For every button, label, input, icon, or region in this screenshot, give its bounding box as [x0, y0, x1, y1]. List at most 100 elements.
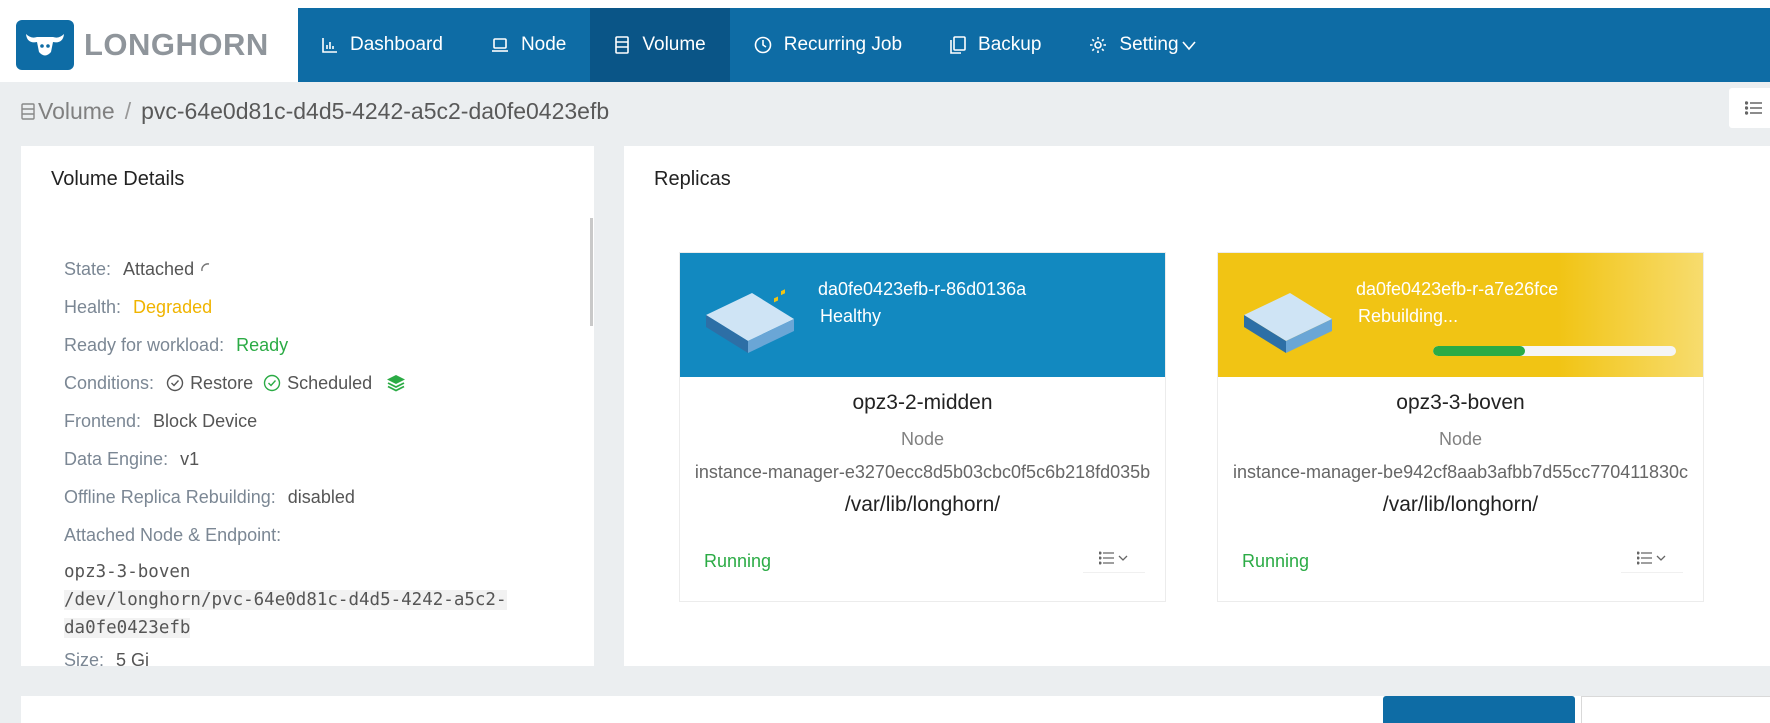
snapshot-primary-button[interactable]	[1383, 696, 1575, 723]
list-menu-icon	[1099, 550, 1128, 565]
attached-node-row: Attached Node & Endpoint:	[64, 516, 564, 554]
loading-spinner-icon	[200, 262, 214, 276]
longhorn-bull-icon	[16, 20, 74, 70]
nav-recurring-job-label: Recurring Job	[783, 34, 903, 55]
condition-restore[interactable]: Restore	[166, 373, 253, 394]
chevron-down-icon	[1181, 39, 1197, 51]
state-value: Attached	[123, 258, 195, 279]
replica-status: Running	[704, 551, 772, 571]
condition-restore-label: Restore	[190, 372, 254, 393]
disk-icon	[1242, 289, 1334, 360]
database-icon	[614, 36, 630, 54]
ready-row: Ready for workload: Ready	[64, 326, 564, 364]
laptop-icon	[491, 37, 509, 53]
nav-recurring-job[interactable]: Recurring Job	[730, 8, 926, 82]
nav-backup[interactable]: Backup	[926, 8, 1065, 82]
health-value: Degraded	[133, 296, 213, 317]
endpoint-path-line2: da0fe0423efb	[64, 618, 191, 638]
replica-state: Healthy	[820, 306, 882, 326]
health-row: Health: Degraded	[64, 288, 564, 326]
condition-scheduled-label: Scheduled	[287, 372, 373, 393]
offline-rebuilding-value: disabled	[287, 486, 355, 507]
replica-node-label: Node	[900, 429, 945, 449]
clock-icon	[754, 36, 772, 54]
copy-icon	[950, 36, 966, 54]
endpoint-path-line1: /dev/longhorn/pvc-64e0d81c-d4d5-4242-a5c…	[64, 590, 507, 610]
nav-backup-label: Backup	[978, 34, 1042, 55]
nav-node[interactable]: Node	[467, 8, 590, 82]
bar-chart-icon	[322, 37, 338, 53]
brand-name: LONGHORN	[84, 27, 269, 62]
health-label: Health:	[64, 296, 122, 317]
browser-top-strip	[0, 0, 1770, 8]
state-label: State:	[64, 258, 112, 279]
top-navigation: LONGHORN Dashboard Node Volume Recurring…	[0, 8, 1770, 82]
replica-header[interactable]: da0fe0423efb-r-86d0136a Healthy	[680, 253, 1165, 377]
breadcrumb-parent[interactable]: Volume	[38, 98, 115, 125]
list-menu-icon	[1637, 550, 1666, 565]
replica-path: /var/lib/longhorn/	[844, 493, 1001, 516]
volume-details-title: Volume Details	[51, 168, 185, 190]
breadcrumb-separator: /	[124, 97, 132, 124]
offline-rebuilding-row: Offline Replica Rebuilding: disabled	[64, 478, 564, 516]
nav-volume[interactable]: Volume	[590, 8, 730, 82]
gear-icon	[1089, 36, 1107, 54]
state-row: State: Attached	[64, 250, 564, 288]
volume-icon	[20, 102, 36, 120]
replica-instance-manager: instance-manager-e3270ecc8d5b03cbc0f5c6b…	[694, 462, 1151, 482]
replica-actions-dropdown[interactable]	[1083, 543, 1145, 573]
nav-setting[interactable]: Setting	[1065, 8, 1220, 82]
attached-endpoint: opz3-3-boven /dev/longhorn/pvc-64e0d81c-…	[64, 558, 564, 642]
conditions-row: Conditions: Restore Scheduled	[64, 364, 564, 402]
volume-details-card: Volume Details State: Attached Health: D…	[21, 146, 594, 666]
rebuild-progress-bar	[1433, 346, 1676, 356]
brand-logo[interactable]: LONGHORN	[0, 8, 298, 82]
replica-card: da0fe0423efb-r-a7e26fce Rebuilding... op…	[1217, 252, 1704, 602]
replica-footer: Running	[1218, 543, 1703, 583]
condition-scheduled[interactable]: Scheduled	[263, 373, 372, 394]
replica-card: da0fe0423efb-r-86d0136a Healthy opz3-2-m…	[679, 252, 1166, 602]
nav-setting-label: Setting	[1119, 34, 1179, 55]
breadcrumb: Volume / pvc-64e0d81c-d4d5-4242-a5c2-da0…	[20, 96, 609, 126]
snapshots-card	[21, 696, 1770, 723]
conditions-label: Conditions:	[64, 372, 155, 393]
replica-node-label: Node	[1438, 429, 1483, 449]
snapshot-secondary-button[interactable]	[1581, 696, 1770, 723]
replica-name: da0fe0423efb-r-86d0136a	[818, 279, 1027, 299]
frontend-label: Frontend:	[64, 410, 142, 431]
frontend-row: Frontend: Block Device	[64, 402, 564, 440]
offline-rebuilding-label: Offline Replica Rebuilding:	[64, 486, 276, 507]
data-engine-value: v1	[180, 448, 200, 469]
replicas-title: Replicas	[654, 168, 731, 190]
nav-volume-label: Volume	[642, 34, 706, 55]
replica-path: /var/lib/longhorn/	[1382, 493, 1539, 516]
replica-state: Rebuilding...	[1358, 306, 1459, 326]
breadcrumb-current: pvc-64e0d81c-d4d5-4242-a5c2-da0fe0423efb	[141, 97, 610, 124]
nav-node-label: Node	[520, 34, 567, 55]
size-row: Size: 5 Gi	[64, 642, 564, 667]
replica-node-name[interactable]: opz3-3-boven	[1218, 391, 1703, 415]
replica-header[interactable]: da0fe0423efb-r-a7e26fce Rebuilding...	[1218, 253, 1703, 377]
ready-value: Ready	[236, 334, 289, 355]
ready-label: Ready for workload:	[64, 334, 225, 355]
replica-actions-dropdown[interactable]	[1621, 543, 1683, 573]
disk-icon	[704, 289, 796, 360]
replica-node-name[interactable]: opz3-2-midden	[680, 391, 1165, 415]
rebuild-progress-fill	[1433, 346, 1526, 356]
replica-instance-manager: instance-manager-be942cf8aab3afbb7d55cc7…	[1232, 462, 1689, 482]
size-label: Size:	[64, 649, 105, 667]
replica-status: Running	[1242, 551, 1310, 571]
data-engine-row: Data Engine: v1	[64, 440, 564, 478]
size-value: 5 Gi	[116, 649, 150, 667]
nav-dashboard-label: Dashboard	[350, 34, 443, 55]
nav-dashboard[interactable]: Dashboard	[298, 8, 467, 82]
replica-name: da0fe0423efb-r-a7e26fce	[1356, 279, 1559, 299]
layers-icon[interactable]	[386, 374, 406, 392]
details-scrollbar[interactable]	[590, 218, 593, 326]
list-menu-button[interactable]	[1729, 88, 1770, 128]
attached-node-label: Attached Node & Endpoint:	[64, 524, 282, 545]
check-circle-icon	[166, 374, 184, 392]
check-circle-icon	[263, 374, 281, 392]
attached-node-name: opz3-3-boven	[64, 562, 191, 582]
replica-footer: Running	[680, 543, 1165, 583]
